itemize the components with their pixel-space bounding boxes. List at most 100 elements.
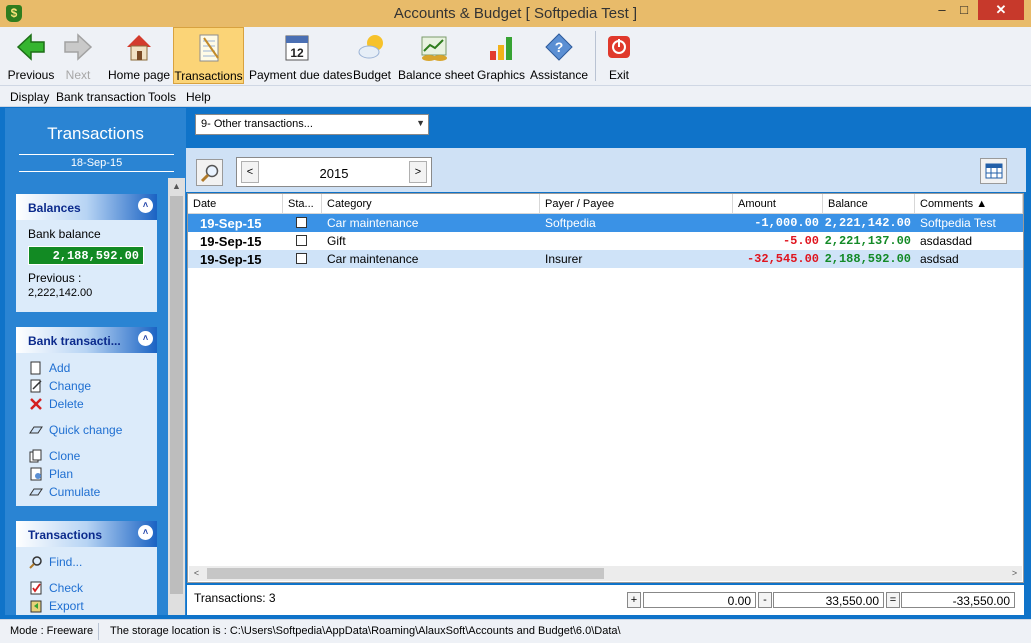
toolbar-graphics-button[interactable]: Graphics (476, 27, 526, 84)
status-separator (98, 623, 99, 640)
cumulate-link[interactable]: Cumulate (28, 484, 100, 500)
toolbar-label: Previous (7, 68, 55, 82)
plan-link[interactable]: Plan (28, 466, 73, 482)
left-panel-scrollbar[interactable]: ▲ (168, 178, 185, 615)
svg-text:?: ? (555, 39, 564, 55)
close-button[interactable]: ✕ (978, 0, 1024, 20)
minimize-button[interactable]: – (935, 0, 949, 20)
add-link[interactable]: Add (28, 360, 70, 376)
column-header-payee[interactable]: Payer / Payee (540, 194, 733, 214)
row-date: 19-Sep-15 (200, 234, 262, 249)
balances-title: Balances (28, 201, 81, 215)
menu-tools[interactable]: Tools (148, 90, 176, 104)
notepad-icon (199, 34, 219, 62)
filter-selected-value: 9- Other transactions... (201, 118, 313, 130)
row-payee: Insurer (545, 252, 583, 266)
chevron-down-icon: ▼ (416, 118, 425, 128)
toolbar-payment-due-dates-button[interactable]: 12 Payment due dates (249, 27, 353, 84)
total-credits: 0.00 (643, 592, 756, 608)
toolbar-label: Graphics (476, 68, 526, 82)
toolbar-exit-button[interactable]: Exit (602, 27, 636, 84)
column-header-category[interactable]: Category (322, 194, 540, 214)
toolbar-label: Transactions (174, 69, 243, 83)
table-row[interactable]: 19-Sep-15 Car maintenance Insurer -32,54… (188, 250, 1023, 268)
scrollbar-thumb[interactable] (170, 196, 183, 594)
toolbar-budget-button[interactable]: Budget (350, 27, 394, 84)
collapse-icon[interactable]: ˄ (138, 198, 153, 213)
next-year-button[interactable]: > (409, 161, 427, 183)
collapse-icon[interactable]: ˄ (138, 331, 153, 346)
toolbar-assistance-button[interactable]: ? Assistance (530, 27, 588, 84)
edit-document-icon (28, 379, 43, 393)
toolbar-next-button[interactable]: Next (58, 27, 98, 84)
bank-transactions-header[interactable]: Bank transacti... ˄ (16, 327, 157, 353)
total-debits: 33,550.00 (773, 592, 884, 608)
quick-change-link[interactable]: Quick change (28, 422, 122, 438)
transactions-header[interactable]: Transactions ˄ (16, 521, 157, 547)
toolbar-label: Balance sheet (398, 68, 475, 82)
table-row[interactable]: 19-Sep-15 Gift -5.00 2,221,137.00 asdasd… (188, 232, 1023, 250)
status-checkbox[interactable] (288, 232, 322, 250)
transaction-filter-dropdown[interactable]: 9- Other transactions... ▼ (195, 114, 429, 135)
toolbar-label: Exit (608, 68, 629, 82)
row-comments: asdasdad (920, 234, 973, 248)
toolbar-label: Payment due dates (249, 68, 353, 82)
panel-date: 18-Sep-15 (19, 154, 174, 172)
check-link[interactable]: Check (28, 580, 83, 596)
menu-help[interactable]: Help (186, 90, 211, 104)
status-checkbox[interactable] (288, 214, 322, 232)
toolbar-home-button[interactable]: Home page (108, 27, 170, 84)
previous-balance-value: 2,222,142.00 (28, 287, 93, 299)
maximize-button[interactable]: □ (954, 0, 974, 20)
row-category: Gift (327, 234, 346, 248)
search-button[interactable] (196, 159, 223, 186)
new-document-icon (28, 361, 43, 375)
question-diamond-icon: ? (545, 33, 573, 61)
row-category: Car maintenance (327, 252, 419, 266)
mode-status: Mode : Freeware (10, 625, 94, 637)
row-date: 19-Sep-15 (200, 252, 262, 267)
bank-transactions-box: Bank transacti... ˄ Add Change Delete Qu… (16, 327, 157, 506)
toolbar-transactions-button[interactable]: Transactions (173, 27, 244, 84)
toolbar-label: Assistance (530, 68, 589, 82)
menu-bank-transaction[interactable]: Bank transaction (56, 90, 145, 104)
previous-year-button[interactable]: < (241, 161, 259, 183)
bank-balance-value: 2,188,592.00 (28, 246, 144, 265)
change-link[interactable]: Change (28, 378, 91, 394)
row-comments: asdsad (920, 252, 959, 266)
toolbar-previous-button[interactable]: Previous (4, 27, 58, 84)
scroll-up-icon[interactable]: ▲ (168, 178, 185, 195)
export-link[interactable]: Export (28, 598, 84, 614)
calendar-button[interactable] (980, 158, 1007, 184)
bar-chart-icon (490, 37, 512, 60)
column-header-balance[interactable]: Balance (823, 194, 915, 214)
column-header-date[interactable]: Date (188, 194, 283, 214)
toolbar-balance-sheet-button[interactable]: Balance sheet (398, 27, 475, 84)
money-chart-icon (421, 36, 447, 61)
checkmark-document-icon (28, 581, 43, 595)
column-header-amount[interactable]: Amount (733, 194, 823, 214)
svg-text:12: 12 (290, 46, 304, 60)
plus-sign: + (627, 592, 641, 608)
find-link[interactable]: Find... (28, 554, 82, 570)
clone-link[interactable]: Clone (28, 448, 80, 464)
power-icon (608, 36, 630, 58)
table-row[interactable]: 19-Sep-15 Car maintenance Softpedia -1,0… (188, 214, 1023, 232)
delete-link[interactable]: Delete (28, 396, 84, 412)
column-header-comments[interactable]: Comments ▲ (915, 194, 1023, 214)
status-checkbox[interactable] (288, 250, 322, 268)
scrollbar-thumb[interactable] (207, 568, 604, 579)
scroll-right-icon[interactable]: > (1007, 566, 1022, 581)
column-header-status[interactable]: Sta... (283, 194, 322, 214)
grid-horizontal-scrollbar[interactable]: < > (189, 566, 1022, 581)
scroll-left-icon[interactable]: < (189, 566, 204, 581)
balances-header[interactable]: Balances ˄ (16, 194, 157, 220)
row-payee: Softpedia (545, 216, 596, 230)
row-category: Car maintenance (327, 216, 419, 230)
year-navigator: < 2015 > (236, 157, 432, 187)
grid-header: Date Sta... Category Payer / Payee Amoun… (188, 194, 1023, 214)
menu-display[interactable]: Display (10, 90, 49, 104)
status-bar: Mode : Freeware The storage location is … (0, 619, 1031, 643)
collapse-icon[interactable]: ˄ (138, 525, 153, 540)
red-x-icon (28, 397, 43, 411)
